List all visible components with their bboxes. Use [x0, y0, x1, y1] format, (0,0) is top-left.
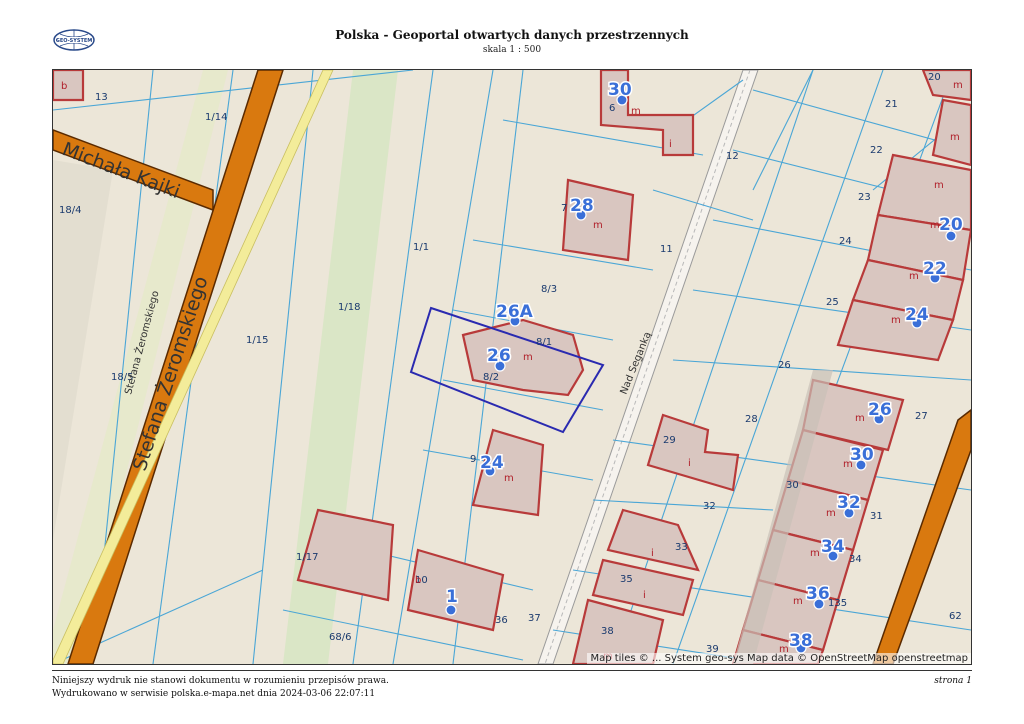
- svg-text:26A: 26A: [496, 302, 534, 322]
- footer-disclaimer: Niniejszy wydruk nie stanowi dokumentu w…: [52, 676, 389, 686]
- svg-text:13: 13: [95, 92, 108, 103]
- svg-text:35: 35: [620, 574, 633, 585]
- svg-text:m: m: [891, 315, 901, 326]
- svg-text:m: m: [909, 271, 919, 282]
- svg-text:32: 32: [837, 493, 861, 513]
- svg-text:28: 28: [570, 196, 594, 216]
- svg-text:6: 6: [609, 103, 615, 114]
- svg-text:22: 22: [923, 259, 947, 279]
- svg-text:m: m: [934, 180, 944, 191]
- svg-text:i: i: [669, 139, 672, 150]
- svg-text:30: 30: [608, 80, 632, 100]
- svg-text:33: 33: [675, 542, 688, 553]
- svg-text:8/2: 8/2: [483, 372, 499, 383]
- svg-text:24: 24: [480, 453, 504, 473]
- svg-text:24: 24: [839, 236, 852, 247]
- svg-text:34: 34: [821, 537, 845, 557]
- svg-text:1/17: 1/17: [296, 552, 318, 563]
- svg-text:9: 9: [470, 454, 476, 465]
- map-scale: skala 1 : 500: [482, 45, 542, 55]
- svg-text:31: 31: [870, 511, 883, 522]
- svg-text:28: 28: [745, 414, 758, 425]
- svg-text:20: 20: [939, 215, 963, 235]
- svg-text:38: 38: [789, 631, 813, 651]
- svg-text:22: 22: [870, 145, 883, 156]
- svg-text:m: m: [855, 413, 865, 424]
- map-attribution: Map tiles © ... System geo-sys Map data …: [587, 653, 971, 664]
- svg-text:m: m: [953, 80, 963, 91]
- map-canvas: 13 1/14 18/4 1/1 1/18 1/15 18/5 8/3 8/1 …: [53, 70, 971, 664]
- svg-text:32: 32: [703, 501, 716, 512]
- print-header: GEO-SYSTEM Polska - Geoportal otwartych …: [0, 0, 1024, 68]
- svg-text:12: 12: [726, 151, 739, 162]
- svg-text:i: i: [651, 548, 654, 559]
- svg-text:m: m: [523, 352, 533, 363]
- svg-text:m: m: [810, 548, 820, 559]
- svg-text:m: m: [504, 473, 514, 484]
- svg-text:26: 26: [778, 360, 791, 371]
- svg-text:b: b: [61, 81, 67, 92]
- svg-text:26: 26: [487, 346, 511, 366]
- svg-text:27: 27: [915, 411, 928, 422]
- svg-text:8/3: 8/3: [541, 284, 557, 295]
- svg-text:11: 11: [660, 244, 673, 255]
- svg-text:7: 7: [561, 203, 567, 214]
- svg-text:36: 36: [806, 584, 830, 604]
- svg-text:23: 23: [858, 192, 871, 203]
- svg-text:38: 38: [601, 626, 614, 637]
- svg-text:m: m: [593, 220, 603, 231]
- svg-text:29: 29: [663, 435, 676, 446]
- svg-text:21: 21: [885, 99, 898, 110]
- svg-text:25: 25: [826, 297, 839, 308]
- svg-text:i: i: [688, 458, 691, 469]
- svg-text:m: m: [631, 106, 641, 117]
- svg-text:m: m: [793, 596, 803, 607]
- svg-text:1/14: 1/14: [205, 112, 227, 123]
- svg-text:20: 20: [928, 72, 941, 83]
- svg-text:62: 62: [949, 611, 962, 622]
- svg-text:m: m: [826, 508, 836, 519]
- footer-divider: [52, 670, 972, 671]
- svg-text:26: 26: [868, 400, 892, 420]
- svg-text:m: m: [950, 132, 960, 143]
- svg-text:1/1: 1/1: [413, 242, 429, 253]
- map-view[interactable]: 13 1/14 18/4 1/1 1/18 1/15 18/5 8/3 8/1 …: [52, 69, 972, 665]
- svg-text:36: 36: [495, 615, 508, 626]
- page-number: strona 1: [934, 676, 972, 686]
- svg-text:1/15: 1/15: [246, 335, 268, 346]
- page-title: Polska - Geoportal otwartych danych prze…: [335, 28, 689, 42]
- svg-text:30: 30: [786, 480, 799, 491]
- svg-text:135: 135: [828, 598, 847, 609]
- svg-text:8/1: 8/1: [536, 337, 552, 348]
- svg-text:1: 1: [446, 587, 458, 607]
- svg-text:i: i: [643, 590, 646, 601]
- svg-text:24: 24: [905, 305, 929, 325]
- svg-text:b: b: [415, 575, 421, 586]
- svg-text:37: 37: [528, 613, 541, 624]
- svg-text:68/6: 68/6: [329, 632, 351, 643]
- svg-text:18/4: 18/4: [59, 205, 81, 216]
- svg-text:1/18: 1/18: [338, 302, 360, 313]
- svg-text:30: 30: [850, 445, 874, 465]
- footer-printed-info: Wydrukowano w serwisie polska.e-mapa.net…: [52, 689, 376, 699]
- svg-text:34: 34: [849, 554, 862, 565]
